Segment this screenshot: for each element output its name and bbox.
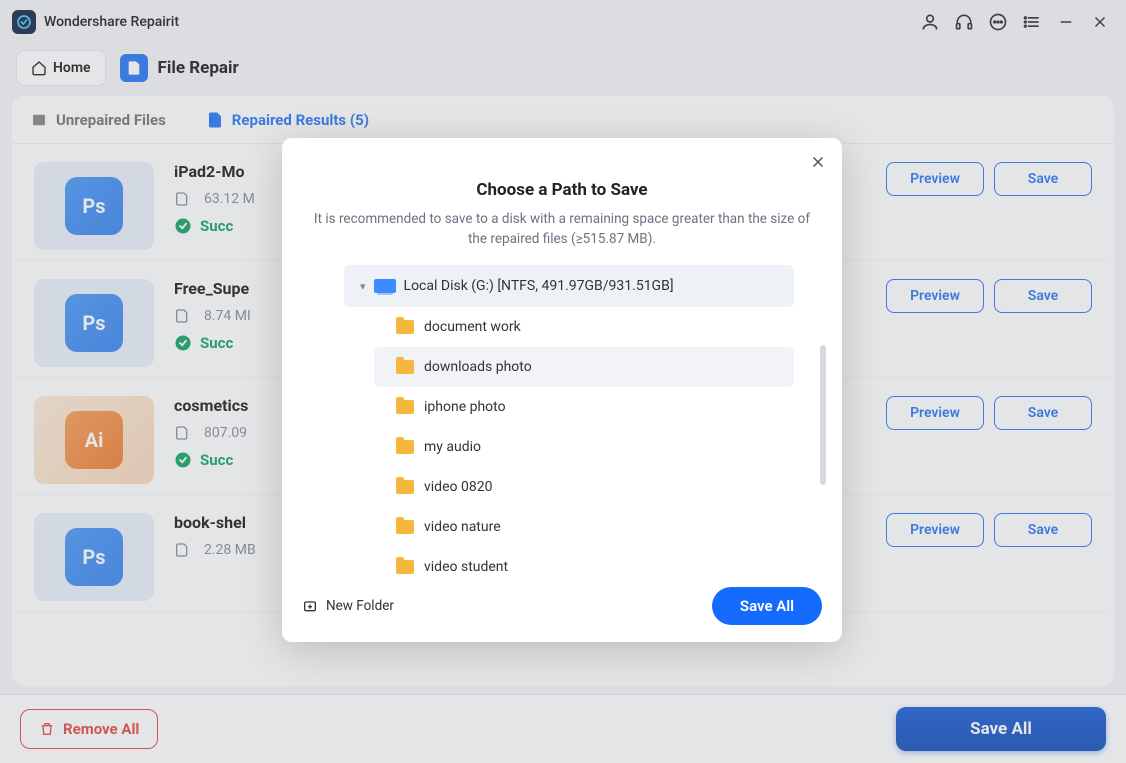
disk-label: Local Disk (G:) [NTFS, 491.97GB/931.51GB… bbox=[404, 278, 674, 294]
folder-icon bbox=[396, 480, 414, 494]
disk-row[interactable]: ▾ Local Disk (G:) [NTFS, 491.97GB/931.51… bbox=[344, 265, 794, 307]
folder-label: iphone photo bbox=[424, 399, 506, 415]
folder-icon bbox=[396, 520, 414, 534]
folder-row[interactable]: video 0820 bbox=[300, 467, 824, 507]
folder-tree: ▾ Local Disk (G:) [NTFS, 491.97GB/931.51… bbox=[300, 265, 824, 575]
folder-row[interactable]: document work bbox=[300, 307, 824, 347]
folder-icon bbox=[396, 360, 414, 374]
folder-label: document work bbox=[424, 319, 521, 335]
folder-row[interactable]: my audio bbox=[300, 427, 824, 467]
folder-icon bbox=[396, 320, 414, 334]
new-folder-button[interactable]: New Folder bbox=[302, 598, 394, 614]
folder-label: video 0820 bbox=[424, 479, 492, 495]
chevron-down-icon: ▾ bbox=[360, 280, 366, 293]
folder-icon bbox=[396, 440, 414, 454]
folder-label: my audio bbox=[424, 439, 481, 455]
folder-row[interactable]: iphone photo bbox=[300, 387, 824, 427]
folder-label: downloads photo bbox=[424, 359, 532, 375]
folder-row[interactable]: video nature bbox=[300, 507, 824, 547]
new-folder-label: New Folder bbox=[326, 598, 394, 614]
folder-icon bbox=[396, 560, 414, 574]
modal-subtitle: It is recommended to save to a disk with… bbox=[304, 210, 820, 249]
folder-label: video student bbox=[424, 559, 508, 575]
folder-label: video nature bbox=[424, 519, 501, 535]
folder-icon bbox=[396, 400, 414, 414]
modal-title: Choose a Path to Save bbox=[282, 180, 842, 200]
folder-row-selected[interactable]: downloads photo bbox=[374, 347, 794, 387]
disk-icon bbox=[374, 279, 396, 293]
modal-save-all-button[interactable]: Save All bbox=[712, 587, 822, 625]
close-icon[interactable] bbox=[804, 148, 832, 176]
save-path-modal: Choose a Path to Save It is recommended … bbox=[282, 138, 842, 642]
folder-row[interactable]: video student bbox=[300, 547, 824, 587]
scrollbar[interactable] bbox=[820, 345, 826, 485]
